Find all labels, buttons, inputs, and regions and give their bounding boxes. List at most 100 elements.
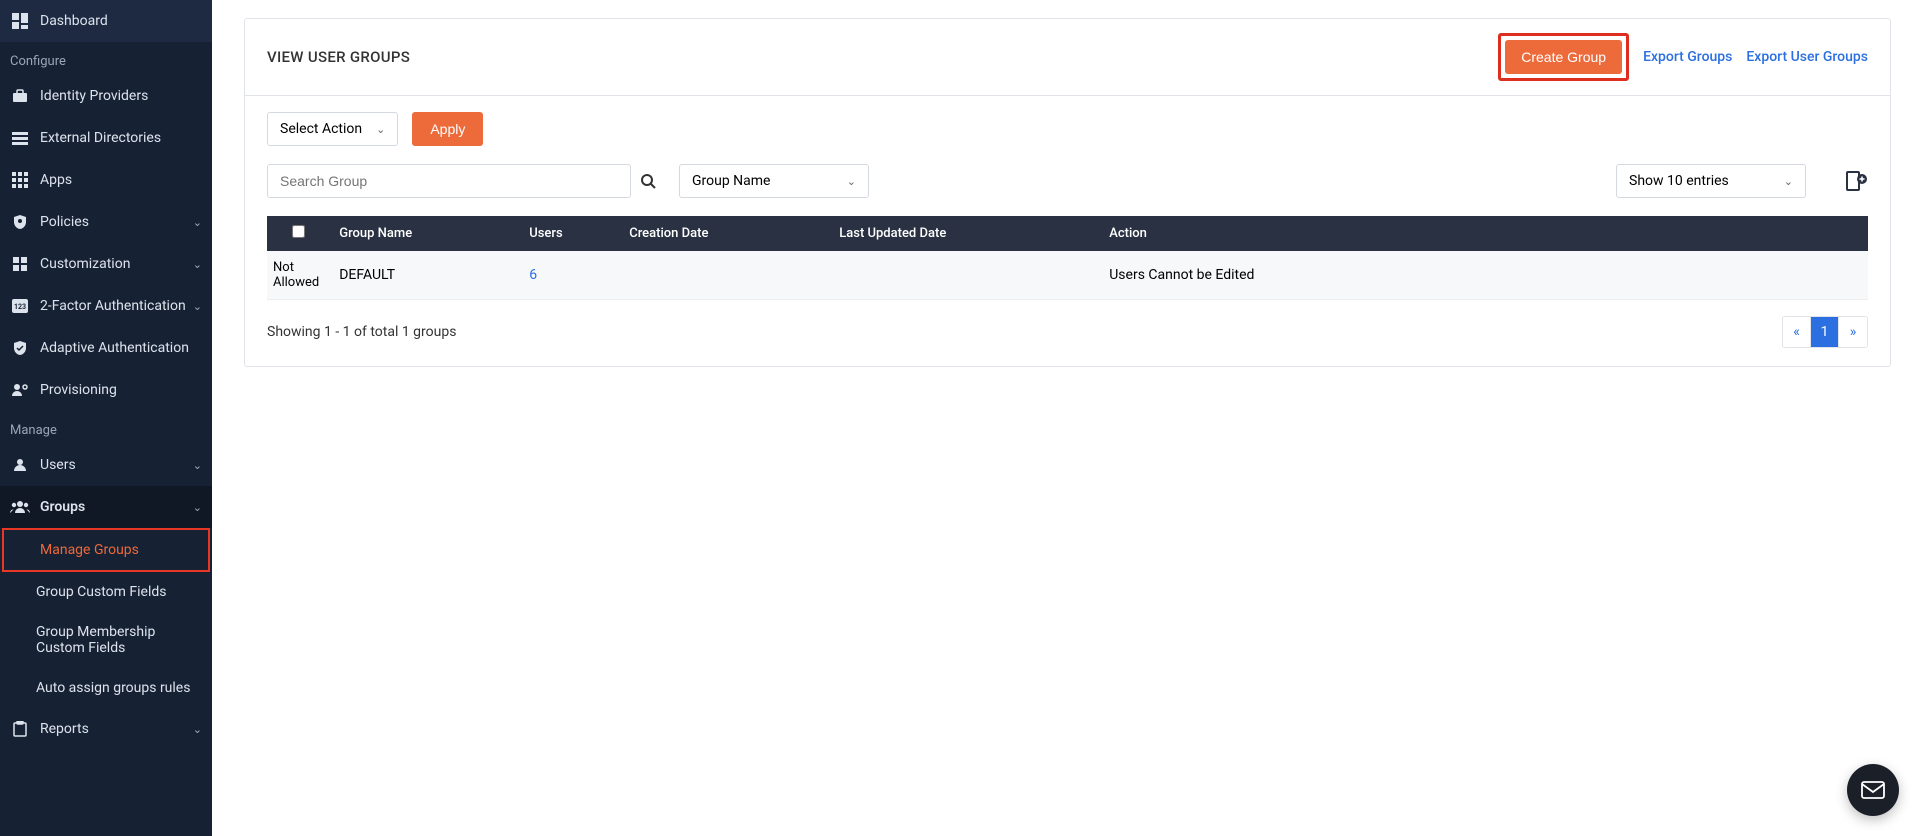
sidebar-item-dashboard[interactable]: Dashboard bbox=[0, 0, 212, 42]
chevron-down-icon: ⌄ bbox=[193, 723, 202, 736]
sidebar-item-groups[interactable]: Groups ⌄ bbox=[0, 486, 212, 528]
page-prev[interactable]: « bbox=[1783, 317, 1811, 347]
chevron-down-icon: ⌄ bbox=[193, 501, 202, 514]
highlight-create-group: Create Group bbox=[1498, 33, 1629, 81]
search-box bbox=[267, 164, 665, 198]
filter-by-label: Group Name bbox=[692, 173, 770, 189]
export-user-groups-link[interactable]: Export User Groups bbox=[1746, 49, 1868, 65]
mail-icon bbox=[1861, 781, 1885, 799]
panel-title: VIEW USER GROUPS bbox=[267, 48, 410, 66]
sidebar-item-label: Customization bbox=[40, 256, 130, 272]
chevron-down-icon: ⌄ bbox=[193, 216, 202, 229]
page-next[interactable]: » bbox=[1839, 317, 1867, 347]
chat-bubble-button[interactable] bbox=[1847, 764, 1899, 816]
clipboard-icon bbox=[10, 719, 30, 739]
sidebar-item-customization[interactable]: Customization ⌄ bbox=[0, 243, 212, 285]
sidebar-item-label: Apps bbox=[40, 172, 72, 188]
panel-user-groups: VIEW USER GROUPS Create Group Export Gro… bbox=[244, 18, 1891, 367]
cell-checkbox: Not Allowed bbox=[267, 251, 329, 300]
sidebar-section-manage: Manage bbox=[0, 411, 212, 444]
sidebar-item-adaptive-auth[interactable]: Adaptive Authentication bbox=[0, 327, 212, 369]
table-header-row: Group Name Users Creation Date Last Upda… bbox=[267, 216, 1868, 251]
sidebar-item-label: Dashboard bbox=[40, 13, 108, 29]
sidebar-sub-custom-fields[interactable]: Group Custom Fields bbox=[0, 572, 212, 612]
col-group-name: Group Name bbox=[329, 216, 519, 251]
sidebar-sub-manage-groups[interactable]: Manage Groups bbox=[2, 528, 210, 572]
user-icon bbox=[10, 455, 30, 475]
sidebar-sub-membership-fields[interactable]: Group Membership Custom Fields bbox=[0, 612, 212, 668]
chevron-down-icon: ⌄ bbox=[1784, 175, 1793, 188]
page-1[interactable]: 1 bbox=[1811, 317, 1839, 347]
chevron-down-icon: ⌄ bbox=[193, 459, 202, 472]
pagination: « 1 » bbox=[1782, 316, 1868, 348]
select-action-label: Select Action bbox=[280, 121, 362, 137]
table-footer: Showing 1 - 1 of total 1 groups « 1 » bbox=[267, 316, 1868, 348]
chevron-down-icon: ⌄ bbox=[193, 300, 202, 313]
sidebar-item-label: Groups bbox=[40, 499, 85, 515]
groups-icon bbox=[10, 497, 30, 517]
sidebar-item-external-directories[interactable]: External Directories bbox=[0, 117, 212, 159]
sidebar-item-users[interactable]: Users ⌄ bbox=[0, 444, 212, 486]
cell-action: Users Cannot be Edited bbox=[1099, 251, 1868, 300]
showing-text: Showing 1 - 1 of total 1 groups bbox=[267, 324, 456, 340]
sidebar-item-apps[interactable]: Apps bbox=[0, 159, 212, 201]
select-action-dropdown[interactable]: Select Action ⌄ bbox=[267, 112, 398, 146]
col-users: Users bbox=[519, 216, 619, 251]
verified-icon bbox=[10, 338, 30, 358]
grid-icon bbox=[10, 170, 30, 190]
shield-icon bbox=[10, 212, 30, 232]
sidebar-item-2fa[interactable]: 123 2-Factor Authentication ⌄ bbox=[0, 285, 212, 327]
sidebar: Dashboard Configure Identity Providers E… bbox=[0, 0, 212, 836]
numbers-icon: 123 bbox=[10, 296, 30, 316]
col-action: Action bbox=[1099, 216, 1868, 251]
filter-by-dropdown[interactable]: Group Name ⌄ bbox=[679, 164, 869, 198]
select-all-checkbox[interactable] bbox=[292, 225, 305, 238]
sidebar-item-identity-providers[interactable]: Identity Providers bbox=[0, 75, 212, 117]
cell-creation-date bbox=[619, 251, 829, 300]
show-entries-label: Show 10 entries bbox=[1629, 173, 1729, 189]
search-icon[interactable] bbox=[631, 173, 665, 189]
panel-actions: Create Group Export Groups Export User G… bbox=[1498, 33, 1868, 81]
col-creation-date: Creation Date bbox=[619, 216, 829, 251]
puzzle-icon bbox=[10, 254, 30, 274]
provisioning-icon bbox=[10, 380, 30, 400]
panel-header: VIEW USER GROUPS Create Group Export Gro… bbox=[245, 19, 1890, 96]
sidebar-item-label: Provisioning bbox=[40, 382, 117, 398]
sidebar-item-label: Identity Providers bbox=[40, 88, 148, 104]
list-icon bbox=[10, 128, 30, 148]
export-groups-link[interactable]: Export Groups bbox=[1643, 49, 1732, 65]
sidebar-item-provisioning[interactable]: Provisioning bbox=[0, 369, 212, 411]
search-input[interactable] bbox=[267, 164, 631, 198]
panel-body: Select Action ⌄ Apply Group Name ⌄ bbox=[245, 96, 1890, 366]
sidebar-item-label: Users bbox=[40, 457, 76, 473]
dashboard-icon bbox=[10, 11, 30, 31]
sidebar-item-label: External Directories bbox=[40, 130, 161, 146]
groups-submenu: Manage Groups Group Custom Fields Group … bbox=[0, 528, 212, 708]
bulk-action-row: Select Action ⌄ Apply bbox=[267, 112, 1868, 146]
sidebar-item-reports[interactable]: Reports ⌄ bbox=[0, 708, 212, 750]
sidebar-item-policies[interactable]: Policies ⌄ bbox=[0, 201, 212, 243]
cell-last-updated bbox=[829, 251, 1099, 300]
sidebar-item-label: Adaptive Authentication bbox=[40, 340, 189, 356]
add-column-icon[interactable] bbox=[1844, 169, 1868, 193]
groups-table: Group Name Users Creation Date Last Upda… bbox=[267, 216, 1868, 300]
show-entries-dropdown[interactable]: Show 10 entries ⌄ bbox=[1616, 164, 1806, 198]
col-last-updated: Last Updated Date bbox=[829, 216, 1099, 251]
sidebar-item-label: Policies bbox=[40, 214, 89, 230]
col-checkbox bbox=[267, 216, 329, 251]
chevron-down-icon: ⌄ bbox=[847, 175, 856, 188]
apply-button[interactable]: Apply bbox=[412, 112, 483, 146]
sidebar-sub-auto-assign[interactable]: Auto assign groups rules bbox=[0, 668, 212, 708]
sidebar-item-label: 2-Factor Authentication bbox=[40, 298, 186, 314]
sidebar-item-label: Reports bbox=[40, 721, 89, 737]
briefcase-icon bbox=[10, 86, 30, 106]
cell-users-link[interactable]: 6 bbox=[519, 251, 619, 300]
cell-group-name: DEFAULT bbox=[329, 251, 519, 300]
filters-row: Group Name ⌄ Show 10 entries ⌄ bbox=[267, 164, 1868, 198]
chevron-down-icon: ⌄ bbox=[193, 258, 202, 271]
sidebar-section-configure: Configure bbox=[0, 42, 212, 75]
main-content: VIEW USER GROUPS Create Group Export Gro… bbox=[216, 0, 1919, 385]
create-group-button[interactable]: Create Group bbox=[1505, 40, 1622, 74]
chevron-down-icon: ⌄ bbox=[376, 123, 385, 136]
svg-text:123: 123 bbox=[14, 303, 26, 311]
